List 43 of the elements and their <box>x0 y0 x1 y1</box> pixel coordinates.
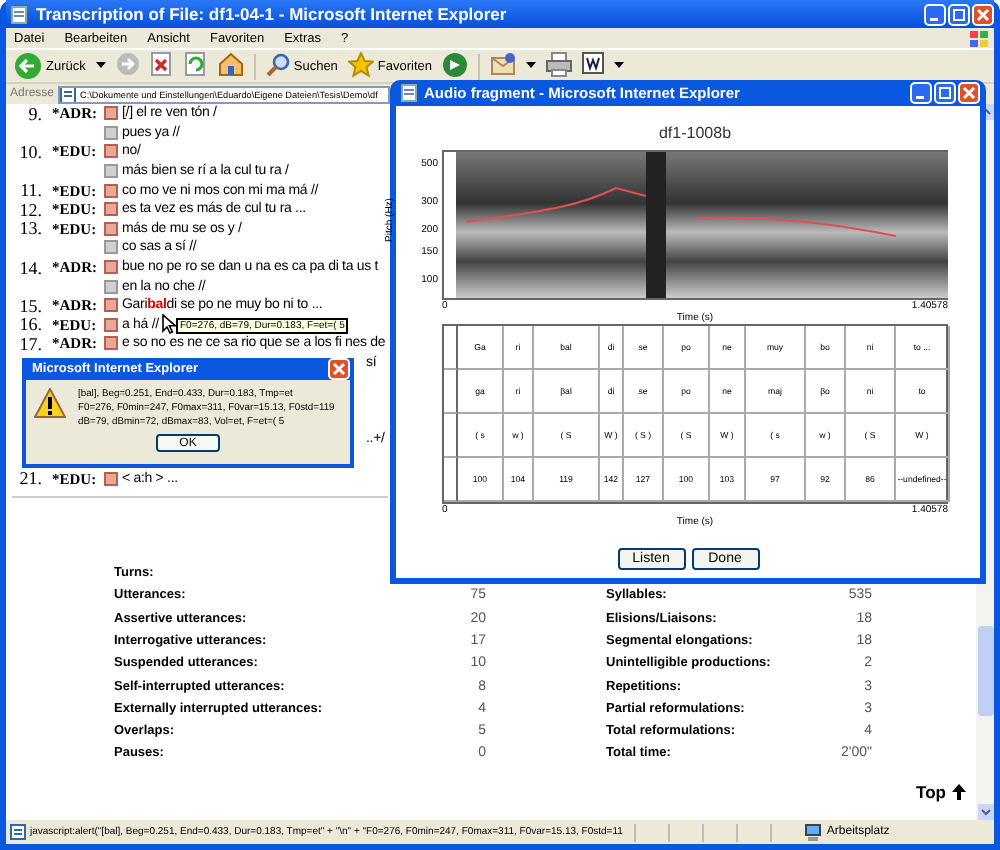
up-arrow-icon <box>952 783 966 800</box>
line-number: 15. <box>17 295 42 316</box>
document-edit-icon[interactable] <box>582 52 605 80</box>
windows-logo-icon <box>968 29 990 47</box>
house-icon[interactable] <box>217 52 244 80</box>
page-icon <box>400 84 418 102</box>
maximize-button[interactable] <box>948 3 970 25</box>
line-number: 21. <box>17 468 42 489</box>
maximize-button[interactable] <box>934 82 956 104</box>
mouse-cursor-icon <box>161 314 175 334</box>
minimize-button[interactable] <box>924 3 946 25</box>
media-icon[interactable] <box>442 52 469 80</box>
page-icon <box>10 5 28 23</box>
warning-icon <box>34 388 66 418</box>
mail-icon[interactable] <box>490 52 517 80</box>
line-number: 9. <box>26 103 42 124</box>
minimize-button[interactable] <box>910 82 932 104</box>
line-number: 16. <box>17 314 42 335</box>
line-number: 17. <box>17 333 42 354</box>
star-icon <box>347 52 374 80</box>
line-number: 13. <box>17 218 42 239</box>
stop-icon[interactable] <box>149 52 174 80</box>
close-button[interactable] <box>328 358 350 380</box>
computer-icon <box>804 823 823 841</box>
scrollbar-thumb[interactable] <box>977 626 993 716</box>
line-number: 14. <box>17 257 42 278</box>
line-number: 11. <box>18 180 42 201</box>
search-icon <box>265 52 290 80</box>
plot-title: df1-1008b <box>656 124 734 146</box>
close-button[interactable] <box>972 3 994 25</box>
caret-icon[interactable] <box>95 62 106 70</box>
caret-icon[interactable] <box>614 62 625 70</box>
close-button[interactable] <box>958 82 980 104</box>
refresh-icon[interactable] <box>183 52 208 80</box>
line-number: 10. <box>17 141 42 162</box>
scroll-down-arrow-icon[interactable] <box>977 804 993 820</box>
line-number: 12. <box>17 199 42 220</box>
printer-icon[interactable] <box>546 52 573 80</box>
top-link[interactable]: Top <box>916 781 966 802</box>
play-icon[interactable] <box>104 471 118 486</box>
window-title: Transcription of File: df1-04-1 - Microsoft Internet Explorer <box>36 4 507 24</box>
page-icon <box>10 824 26 840</box>
caret-icon[interactable] <box>526 62 537 70</box>
